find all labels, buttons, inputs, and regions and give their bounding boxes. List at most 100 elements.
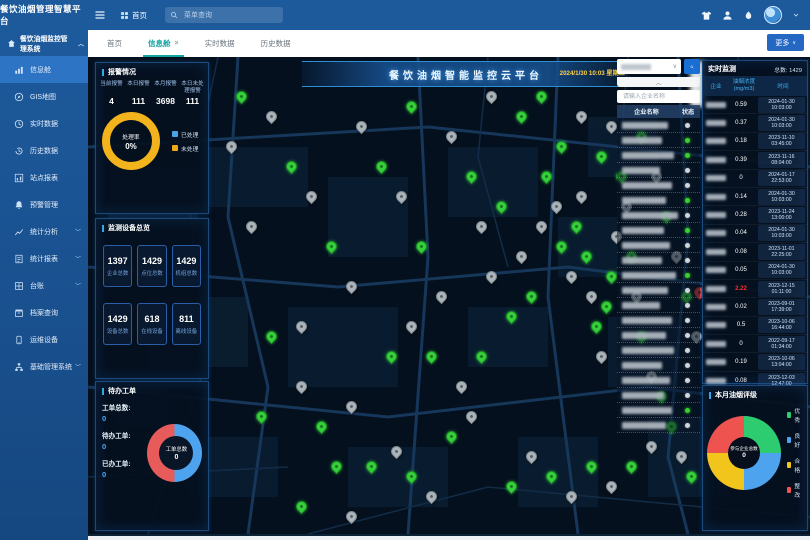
sidebar-item-档案查询[interactable]: 档案查询: [0, 299, 88, 326]
blurred-company-name: [706, 157, 726, 163]
sidebar-item-统计报表[interactable]: 统计报表﹀: [0, 245, 88, 272]
home-breadcrumb[interactable]: 首页: [120, 10, 147, 21]
collapse-bar[interactable]: ︿: [617, 77, 700, 87]
company-row[interactable]: [617, 253, 700, 268]
company-row[interactable]: [617, 193, 700, 208]
realtime-row[interactable]: 0.142024-01-30 10:03:00: [703, 188, 807, 206]
realtime-row[interactable]: 0.52023-10-06 16:44:00: [703, 317, 807, 335]
blurred-company-name: [622, 122, 668, 129]
company-row[interactable]: [617, 178, 700, 193]
sidebar-group-header[interactable]: 餐饮油烟监控管理系统 ︿: [0, 30, 88, 56]
company-row[interactable]: [617, 343, 700, 358]
realtime-row[interactable]: 0.182023-11-10 03:45:00: [703, 133, 807, 151]
sidebar-item-信息舱[interactable]: 信息舱: [0, 56, 88, 83]
realtime-row[interactable]: 0.392023-11-16 08:04:00: [703, 151, 807, 169]
company-row[interactable]: [617, 298, 700, 313]
user-icon[interactable]: [722, 10, 733, 21]
tab-实时数据[interactable]: 实时数据: [192, 30, 248, 57]
device-card-value: 1429: [108, 314, 128, 324]
device-card-企业总数: 1397企业总数: [103, 245, 132, 287]
legend-label: 未处理: [181, 144, 198, 153]
company-row[interactable]: [617, 418, 700, 433]
home-icon: [7, 39, 16, 48]
status-dot-offline: [685, 123, 690, 128]
realtime-row[interactable]: 02024-01-17 22:53:00: [703, 170, 807, 188]
sidebar-item-历史数据[interactable]: 历史数据: [0, 137, 88, 164]
company-search-button[interactable]: [684, 59, 700, 74]
company-row[interactable]: [617, 133, 700, 148]
sidebar-item-台账[interactable]: 台账﹀: [0, 272, 88, 299]
workorder-donut: 工单总数 0: [147, 424, 202, 482]
realtime-row[interactable]: 0.592024-01-30 10:03:00: [703, 96, 807, 114]
realtime-row[interactable]: 0.192023-10-06 13:04:00: [703, 353, 807, 371]
menu-search-input[interactable]: [182, 11, 266, 20]
sidebar-item-预警管理[interactable]: 预警管理: [0, 191, 88, 218]
realtime-row[interactable]: 2.222023-12-15 01:11:00: [703, 280, 807, 298]
menu-search[interactable]: [165, 7, 283, 23]
realtime-row[interactable]: 0.052024-01-30 10:03:00: [703, 262, 807, 280]
status-dot-offline: [685, 258, 690, 263]
company-row[interactable]: [617, 373, 700, 388]
sidebar-item-站点报表[interactable]: 站点报表: [0, 164, 88, 191]
avatar[interactable]: [764, 6, 782, 24]
company-row[interactable]: [617, 163, 700, 178]
realtime-row[interactable]: 0.022023-09-01 17:39:00: [703, 298, 807, 316]
blurred-company-name: [622, 257, 662, 264]
sidebar-item-GIS地图[interactable]: GIS地图: [0, 83, 88, 110]
reading-time: 2022-09-17 01:34:00: [758, 336, 805, 352]
clock-icon: [14, 119, 24, 129]
company-row[interactable]: [617, 223, 700, 238]
tab-历史数据[interactable]: 历史数据: [248, 30, 304, 57]
sidebar-item-label: 基础管理系统: [30, 362, 72, 372]
col-time: 时间: [759, 82, 807, 90]
history-icon: [14, 146, 24, 156]
company-select[interactable]: ∨: [617, 59, 681, 74]
blurred-company-name: [706, 249, 726, 255]
company-row[interactable]: [617, 388, 700, 403]
company-row[interactable]: [617, 118, 700, 133]
sidebar-menu: 信息舱GIS地图实时数据历史数据站点报表预警管理统计分析﹀统计报表﹀台账﹀档案查…: [0, 56, 88, 380]
sidebar-item-实时数据[interactable]: 实时数据: [0, 110, 88, 137]
concentration-value: 0.02: [726, 304, 756, 310]
realtime-row[interactable]: 0.372024-01-30 10:03:00: [703, 114, 807, 132]
company-row[interactable]: [617, 283, 700, 298]
sidebar-item-统计分析[interactable]: 统计分析﹀: [0, 218, 88, 245]
blurred-company-name: [622, 332, 666, 339]
flame-icon[interactable]: [743, 10, 754, 21]
chevron-down-icon: ∨: [673, 63, 677, 70]
company-row[interactable]: [617, 238, 700, 253]
company-row[interactable]: [617, 328, 700, 343]
alarm-stat-value: 3698: [152, 96, 179, 106]
concentration-value: 0.19: [726, 359, 756, 365]
realtime-row[interactable]: 0.282023-11-24 13:00:00: [703, 206, 807, 224]
alarm-legend-item: 已处理: [172, 130, 198, 139]
company-row[interactable]: [617, 268, 700, 283]
theme-shirt-icon[interactable]: [701, 10, 712, 21]
tab-信息舱[interactable]: 信息舱×: [135, 30, 192, 57]
company-name-search[interactable]: [617, 90, 700, 103]
menu-icon[interactable]: [94, 9, 106, 21]
company-name-input[interactable]: [621, 93, 696, 101]
company-row[interactable]: [617, 313, 700, 328]
realtime-row[interactable]: 0.082023-11-01 22:25:00: [703, 243, 807, 261]
blurred-company-name: [706, 194, 726, 200]
company-row[interactable]: [617, 148, 700, 163]
company-row[interactable]: [617, 358, 700, 373]
close-icon[interactable]: ×: [175, 40, 179, 47]
app-window: 餐饮油烟管理智慧平台 首页 餐饮油烟监控管理系统 ︿ 信息舱GIS地图实时数据历…: [0, 0, 810, 540]
device-card-label: 机组总数: [176, 269, 198, 277]
tab-首页[interactable]: 首页: [94, 30, 135, 57]
company-row[interactable]: [617, 208, 700, 223]
company-row[interactable]: [617, 403, 700, 418]
report-icon: [14, 254, 24, 264]
col-company-name: 企业名称: [617, 107, 676, 116]
realtime-row[interactable]: 0.042024-01-30 10:03:00: [703, 225, 807, 243]
more-button[interactable]: 更多 ∨: [767, 34, 804, 51]
col-company: 企业: [703, 82, 729, 90]
chevron-down-icon[interactable]: [792, 11, 800, 19]
realtime-row[interactable]: 02022-09-17 01:34:00: [703, 335, 807, 353]
sidebar-item-运维设备[interactable]: 运维设备: [0, 326, 88, 353]
workorder-stat: 已办工单:0: [102, 458, 143, 479]
sidebar-item-基础管理系统[interactable]: 基础管理系统﹀: [0, 353, 88, 380]
rating-donut-center: 参与企业总数 0: [728, 437, 760, 469]
